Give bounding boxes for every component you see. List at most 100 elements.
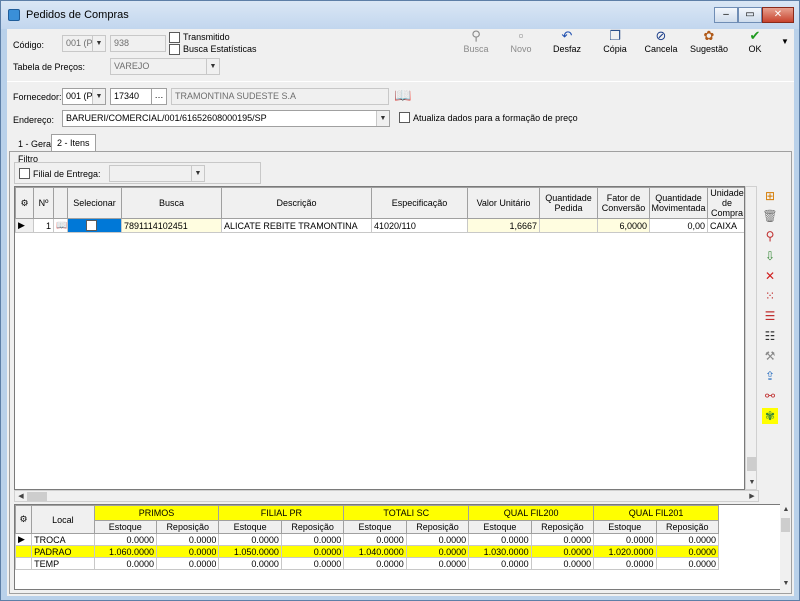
selecionar-cell[interactable] [67,218,122,233]
book-icon[interactable]: 📖 [394,87,411,104]
zoom-icon[interactable]: ⚲ [762,228,778,244]
action-sidebar: ⊞ 🗑 ⚲ ⇩ ✕ ⁙ ☰ ☷ ⚒ ⇪ ⚯ ✾ [752,186,790,486]
table-row[interactable]: ▶ 1 📖 7891114102451 ALICATE REBITE TRAMO… [15,218,744,233]
busca-estatisticas-label: Busca Estatísticas [183,44,257,54]
novo-button[interactable]: ▫ Novo [497,29,545,55]
fornecedor-nome-field: TRAMONTINA SUDESTE S.A [171,88,389,105]
tabela-precos-label: Tabela de Preços: [13,62,86,72]
valor-cell[interactable]: 1,6667 [467,218,540,233]
column-header[interactable]: Valor Unitário [467,187,540,219]
codigo-numero-field[interactable]: 938 [110,35,166,52]
stock-value-cell: 0.0000 [530,533,595,546]
list-icon[interactable]: ☰ [762,308,778,324]
plant-icon[interactable]: ✾ [762,408,778,424]
stock-subheader-row: Estoque Reposição Estoque Reposição Estoque R… [16,520,720,534]
grid-select-icon[interactable]: ⁙ [762,288,778,304]
busca-button[interactable]: ⚲ Busca [452,29,500,55]
atualiza-checkbox[interactable] [399,112,410,123]
stock-value-cell: 0.0000 [155,545,220,558]
stock-value-cell: 1.060.0000 [93,545,157,558]
busca-cell[interactable]: 7891114102451 [121,218,222,233]
tabela-precos-select[interactable]: VAREJO ▼ [110,58,220,75]
endereco-label: Endereço: [13,115,55,125]
transmitido-checkbox[interactable] [169,32,180,43]
stock-row[interactable]: ▶ TROCA 0.0000 0.0000 0.0000 0.0000 0.0000 0.00… [15,533,720,546]
codigo-empresa-select[interactable]: 001 (Pl ▼ [62,35,106,52]
fator-cell[interactable]: 6,0000 [597,218,650,233]
stock-subheader: Reposição [655,520,720,534]
remove-icon[interactable]: ✕ [762,268,778,284]
scroll-down-icon[interactable]: ▼ [780,578,792,590]
link-icon[interactable]: ⚯ [762,388,778,404]
selecionar-checkbox[interactable] [86,220,97,231]
import-icon[interactable]: ⇩ [762,248,778,264]
column-header[interactable]: Especificação [371,187,468,219]
column-header[interactable]: Descrição [221,187,372,219]
stock-config-icon[interactable]: ⚙ [15,505,33,534]
row-pointer-icon [15,545,33,558]
column-header[interactable]: Quantidade Pedida [539,187,598,219]
stock-scrollbar[interactable]: ▲ ▼ [780,504,791,590]
filial-select[interactable]: ▼ [109,165,205,182]
close-button[interactable]: ✕ [762,7,794,23]
window-client: Código: 001 (Pl ▼ 938 Transmitido Busca E… [7,29,794,596]
qtd-pedida-cell[interactable] [539,218,598,233]
column-header [53,187,68,219]
fornecedor-label: Fornecedor: [13,92,62,102]
local-cell: PADRAO [31,545,95,558]
scroll-up-icon[interactable]: ▲ [780,504,792,516]
fornecedor-lookup-button[interactable]: … [151,88,167,105]
list-detail-icon[interactable]: ☷ [762,328,778,344]
column-header[interactable]: Selecionar [67,187,122,219]
fornecedor-codigo-field[interactable]: 17340 [110,88,152,105]
ok-button[interactable]: ✔ OK [731,29,779,55]
filial-checkbox[interactable] [19,168,30,179]
endereco-select[interactable]: BARUERI/COMERCIAL/001/61652608000195/SP ▼ [62,110,390,127]
chevron-down-icon: ▼ [92,36,105,51]
desfaz-button[interactable]: ↶ Desfaz [543,29,591,55]
tools-icon[interactable]: ⚒ [762,348,778,364]
tab-itens[interactable]: 2 - Itens [51,134,96,152]
column-header[interactable]: Quantidade Movimentada [649,187,708,219]
scroll-thumb[interactable] [781,518,790,532]
minimize-button[interactable]: – [714,7,738,23]
scroll-left-icon[interactable]: ◀ [15,491,27,503]
delete-row-icon[interactable]: 🗑 [762,208,778,224]
horizontal-scrollbar[interactable]: ◀ ▶ [14,490,759,502]
export-icon[interactable]: ⇪ [762,368,778,384]
scroll-thumb[interactable] [27,492,47,501]
column-header[interactable]: Busca [121,187,222,219]
stock-value-cell: 0.0000 [280,557,345,570]
scroll-right-icon[interactable]: ▶ [746,491,758,503]
column-header[interactable]: Unidade de Compra [707,187,744,219]
column-config-icon[interactable]: ⚙ [15,187,34,219]
column-header[interactable]: Fator de Conversão [597,187,650,219]
stock-row[interactable]: TEMP 0.0000 0.0000 0.0000 0.0000 0.0000 0.0000… [15,557,720,570]
cancel-icon: ⊘ [655,28,667,43]
sugestao-button[interactable]: ✿ Sugestão [685,28,733,55]
suggestion-icon: ✿ [703,28,715,43]
copia-button[interactable]: ❐ Cópia [591,29,639,55]
busca-estatisticas-checkbox[interactable] [169,44,180,55]
window-title: Pedidos de Compras [26,9,129,21]
cancela-button[interactable]: ⊘ Cancela [637,28,685,55]
stock-value-cell: 0.0000 [593,557,657,570]
stock-value-cell: 0.0000 [280,533,345,546]
local-cell: TROCA [31,533,95,546]
toolbar-overflow-icon[interactable]: ▼ [781,37,789,46]
row-pointer-icon [15,557,33,570]
stock-subheader: Estoque [93,520,157,534]
maximize-button[interactable]: ▭ [738,7,762,23]
fornecedor-empresa-select[interactable]: 001 (Pl ▼ [62,88,106,105]
stock-value-cell: 0.0000 [343,557,407,570]
stock-row[interactable]: PADRAO 1.060.0000 0.0000 1.050.0000 0.0000 1.… [15,545,720,558]
row-number: 1 [33,218,54,233]
filter-group: Filial de Entrega: ▼ [14,162,261,184]
unidade-cell: CAIXA [707,218,744,233]
column-header[interactable]: Nº [33,187,54,219]
stock-value-cell: 0.0000 [155,533,220,546]
row-book-icon[interactable]: 📖 [53,218,68,233]
transmitido-label: Transmitido [183,32,230,42]
add-row-icon[interactable]: ⊞ [762,188,778,204]
stock-value-cell: 0.0000 [593,533,657,546]
